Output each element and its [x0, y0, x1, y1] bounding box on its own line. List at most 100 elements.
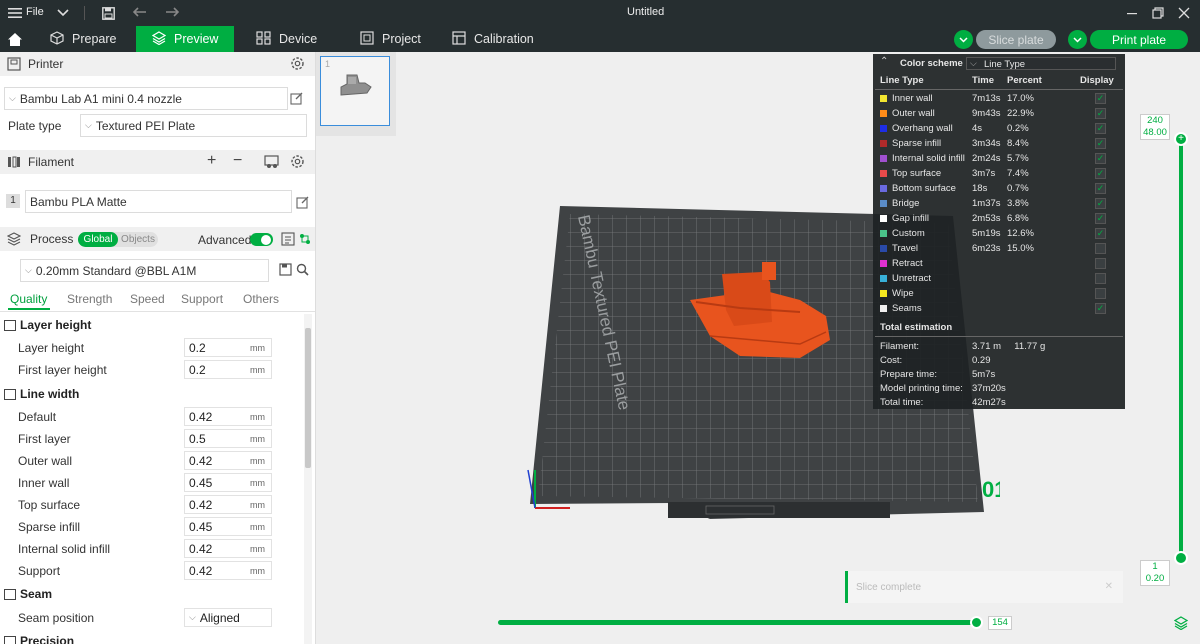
- display-checkbox[interactable]: ✓: [1095, 108, 1106, 119]
- tab-calibration[interactable]: Calibration: [446, 26, 556, 52]
- setting-input[interactable]: 0.42 mm: [184, 561, 272, 580]
- display-checkbox[interactable]: [1095, 243, 1106, 254]
- close-icon[interactable]: ✕: [1105, 581, 1113, 592]
- printer-select[interactable]: ⌵ Bambu Lab A1 mini 0.4 nozzle: [4, 87, 288, 110]
- objects-option[interactable]: Objects: [120, 232, 156, 247]
- minimize-icon[interactable]: [1124, 5, 1140, 21]
- display-checkbox[interactable]: ✓: [1095, 303, 1106, 314]
- plate-type-select[interactable]: ⌵ Textured PEI Plate: [80, 114, 307, 137]
- print-plate-button[interactable]: Print plate: [1090, 30, 1188, 49]
- plate-thumbnail[interactable]: 1: [320, 56, 390, 126]
- line-type-name: Wipe: [892, 288, 914, 299]
- remove-filament-icon[interactable]: −: [233, 152, 242, 170]
- layer-slider-bottom-handle[interactable]: [1174, 551, 1188, 565]
- printer-section-header: Printer: [0, 52, 315, 76]
- close-icon[interactable]: [1176, 5, 1192, 21]
- global-option[interactable]: Global: [78, 232, 118, 247]
- display-checkbox[interactable]: ✓: [1095, 183, 1106, 194]
- setting-input[interactable]: 0.2 mm: [184, 360, 272, 379]
- save-icon[interactable]: [100, 5, 116, 21]
- setting-input[interactable]: 0.42 mm: [184, 539, 272, 558]
- home-icon[interactable]: [6, 31, 24, 47]
- display-checkbox[interactable]: [1095, 273, 1106, 284]
- sync-filament-icon[interactable]: [264, 155, 279, 172]
- print-options-dropdown[interactable]: [1068, 30, 1087, 49]
- setting-input[interactable]: 0.42 mm: [184, 451, 272, 470]
- line-type-swatch: [880, 185, 887, 192]
- display-checkbox[interactable]: ✓: [1095, 198, 1106, 209]
- display-checkbox[interactable]: ✓: [1095, 153, 1106, 164]
- compare-icon[interactable]: [298, 232, 312, 249]
- tab-strength[interactable]: Strength: [67, 292, 112, 306]
- restore-icon[interactable]: [1150, 5, 1166, 21]
- display-checkbox[interactable]: ✓: [1095, 168, 1106, 179]
- tab-preview-label: Preview: [174, 32, 219, 46]
- horizontal-slider-handle[interactable]: [970, 616, 983, 629]
- undo-icon[interactable]: [132, 5, 148, 21]
- slice-options-dropdown[interactable]: [954, 30, 973, 49]
- tab-project[interactable]: Project: [354, 26, 444, 52]
- edit-icon[interactable]: [290, 92, 303, 108]
- legend-row: Custom 5m19s 12.6% ✓: [873, 227, 1125, 242]
- unit-label: mm: [250, 433, 265, 444]
- collapse-icon[interactable]: ⌃: [880, 56, 888, 67]
- color-scheme-select[interactable]: ⌵ Line Type: [966, 57, 1116, 70]
- group-title: Precision: [20, 634, 75, 644]
- line-type-time: 18s: [972, 183, 988, 194]
- display-checkbox[interactable]: ✓: [1095, 123, 1106, 134]
- unit-label: mm: [250, 455, 265, 466]
- horizontal-move-slider-track[interactable]: [498, 620, 978, 625]
- title-bar: File Untitled: [0, 0, 1200, 26]
- setting-input[interactable]: 0.2 mm: [184, 338, 272, 357]
- estimation-value: 37m20s: [972, 383, 1006, 394]
- process-section-header: Process Global Objects Advanced: [0, 227, 315, 251]
- setting-input[interactable]: 0.42 mm: [184, 407, 272, 426]
- layer-slider-top-handle[interactable]: +: [1174, 132, 1188, 146]
- display-checkbox[interactable]: [1095, 258, 1106, 269]
- hamburger-menu-icon[interactable]: [8, 5, 22, 21]
- layers-toggle-icon[interactable]: [1173, 616, 1189, 633]
- setting-input[interactable]: 0.42 mm: [184, 495, 272, 514]
- tab-support[interactable]: Support: [181, 292, 223, 306]
- gear-icon[interactable]: [290, 154, 305, 172]
- seam-position-select[interactable]: ⌵ Aligned: [184, 608, 272, 627]
- sidebar-scrollbar[interactable]: [304, 314, 312, 644]
- add-filament-icon[interactable]: +: [207, 152, 216, 170]
- search-icon[interactable]: [296, 263, 309, 279]
- display-checkbox[interactable]: ✓: [1095, 213, 1106, 224]
- global-objects-toggle[interactable]: Global Objects: [78, 232, 158, 247]
- display-checkbox[interactable]: ✓: [1095, 138, 1106, 149]
- setting-input[interactable]: 0.5 mm: [184, 429, 272, 448]
- slice-plate-button[interactable]: Slice plate: [976, 30, 1056, 49]
- tab-speed[interactable]: Speed: [130, 292, 165, 306]
- filament-select[interactable]: Bambu PLA Matte: [25, 190, 292, 213]
- tab-device[interactable]: Device: [250, 26, 340, 52]
- file-menu[interactable]: File: [26, 6, 44, 18]
- setting-input[interactable]: 0.45 mm: [184, 517, 272, 536]
- tab-quality[interactable]: Quality: [10, 292, 47, 306]
- display-checkbox[interactable]: ✓: [1095, 93, 1106, 104]
- chevron-down-icon[interactable]: [56, 5, 70, 21]
- scrollbar-thumb[interactable]: [305, 328, 311, 468]
- tab-prepare[interactable]: Prepare: [40, 26, 136, 52]
- tab-others[interactable]: Others: [243, 292, 279, 306]
- redo-icon[interactable]: [164, 5, 180, 21]
- line-type-percent: 8.4%: [1007, 138, 1029, 149]
- process-preset-select[interactable]: ⌵ 0.20mm Standard @BBL A1M: [20, 259, 269, 282]
- tab-preview[interactable]: Preview: [136, 26, 234, 52]
- estimation-label: Cost:: [880, 355, 903, 366]
- advanced-toggle[interactable]: [250, 233, 273, 246]
- display-checkbox[interactable]: ✓: [1095, 228, 1106, 239]
- setting-label: First layer: [18, 432, 71, 446]
- gear-icon[interactable]: [290, 56, 305, 74]
- edit-icon[interactable]: [296, 196, 309, 212]
- display-checkbox[interactable]: [1095, 288, 1106, 299]
- plate-handle: [668, 502, 890, 518]
- line-type-percent: 0.2%: [1007, 123, 1029, 134]
- list-view-icon[interactable]: [281, 232, 295, 249]
- layer-slider-track[interactable]: [1179, 140, 1183, 558]
- save-preset-icon[interactable]: [279, 263, 292, 279]
- line-type-time: 3m34s: [972, 138, 1001, 149]
- setting-input[interactable]: 0.45 mm: [184, 473, 272, 492]
- filament-icon: [7, 155, 21, 172]
